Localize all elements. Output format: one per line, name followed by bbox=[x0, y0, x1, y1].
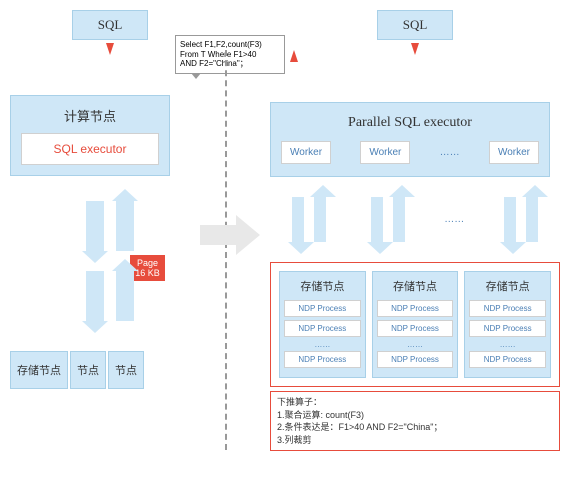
footer-line: 2.条件表达是：F1>40 AND F2="China"； bbox=[277, 421, 553, 434]
compute-node-box: 计算节点 SQL executor bbox=[10, 95, 170, 176]
storage-column: 存储节点 NDP Process NDP Process …… NDP Proc… bbox=[372, 271, 459, 378]
footer-operators: 下推算子： 1.聚合运算: count(F3) 2.条件表达是：F1>40 AN… bbox=[270, 391, 560, 451]
sql-label-left: SQL bbox=[72, 10, 149, 40]
divider-line bbox=[225, 50, 227, 450]
tooltip-line: AND F2="China"； bbox=[180, 59, 280, 69]
arrow-icon bbox=[314, 197, 326, 242]
storage-title: 存储节点 bbox=[469, 278, 546, 294]
footer-line: 3.列裁剪 bbox=[277, 434, 553, 447]
right-diagram: SQL Parallel SQL executor Worker Worker … bbox=[270, 10, 560, 451]
ndp-process: NDP Process bbox=[377, 351, 454, 368]
thick-arrow-up-icon bbox=[116, 201, 134, 251]
dots: …… bbox=[444, 214, 464, 225]
ndp-process: NDP Process bbox=[469, 300, 546, 317]
arrow-icon bbox=[393, 197, 405, 242]
arrow-down-icon bbox=[106, 43, 114, 55]
arrow-pair-2 bbox=[10, 261, 210, 331]
parallel-title: Parallel SQL executor bbox=[281, 115, 539, 131]
ndp-process: NDP Process bbox=[377, 320, 454, 337]
thick-arrow-up-icon bbox=[116, 271, 134, 321]
ndp-process: NDP Process bbox=[284, 320, 361, 337]
ndp-process: NDP Process bbox=[284, 351, 361, 368]
worker: Worker bbox=[281, 141, 331, 164]
storage-node: 节点 bbox=[108, 351, 144, 389]
thick-arrow-down-icon bbox=[86, 201, 104, 251]
footer-title: 下推算子： bbox=[277, 396, 553, 409]
sql-label-right: SQL bbox=[377, 10, 454, 40]
arrow-up-icon bbox=[290, 50, 298, 62]
arrow-icon bbox=[371, 197, 383, 242]
workers-row: Worker Worker …… Worker bbox=[281, 141, 539, 164]
dots: …… bbox=[286, 340, 359, 349]
dots: …… bbox=[379, 340, 452, 349]
arrow-down-icon bbox=[411, 43, 419, 55]
arrow-pair bbox=[10, 191, 210, 261]
dots: …… bbox=[440, 147, 460, 158]
sql-executor: SQL executor bbox=[21, 133, 159, 165]
storage-title: 存储节点 bbox=[284, 278, 361, 294]
ndp-process: NDP Process bbox=[469, 320, 546, 337]
dots: …… bbox=[471, 340, 544, 349]
tooltip-line: Select F1,F2,count(F3) bbox=[180, 40, 280, 50]
parallel-executor-box: Parallel SQL executor Worker Worker …… W… bbox=[270, 102, 550, 177]
storage-node: 节点 bbox=[70, 351, 106, 389]
ndp-process: NDP Process bbox=[469, 351, 546, 368]
footer-line: 1.聚合运算: count(F3) bbox=[277, 409, 553, 422]
sql-query-tooltip: Select F1,F2,count(F3) From T Where F1>4… bbox=[175, 35, 285, 74]
tooltip-line: From T Where F1>40 bbox=[180, 50, 280, 60]
storage-column: 存储节点 NDP Process NDP Process …… NDP Proc… bbox=[464, 271, 551, 378]
ndp-process: NDP Process bbox=[377, 300, 454, 317]
storage-nodes-left: 存储节点 节点 节点 bbox=[10, 351, 210, 389]
arrow-icon bbox=[292, 197, 304, 242]
storage-title: 存储节点 bbox=[377, 278, 454, 294]
worker: Worker bbox=[360, 141, 410, 164]
worker: Worker bbox=[489, 141, 539, 164]
arrow-icon bbox=[526, 197, 538, 242]
compute-node-title: 计算节点 bbox=[21, 106, 159, 125]
ndp-process: NDP Process bbox=[284, 300, 361, 317]
thick-arrow-down-icon bbox=[86, 271, 104, 321]
storage-column: 存储节点 NDP Process NDP Process …… NDP Proc… bbox=[279, 271, 366, 378]
storage-node: 存储节点 bbox=[10, 351, 68, 389]
arrow-icon bbox=[504, 197, 516, 242]
arrow-row: …… bbox=[270, 187, 560, 252]
storage-frame: 存储节点 NDP Process NDP Process …… NDP Proc… bbox=[270, 262, 560, 387]
